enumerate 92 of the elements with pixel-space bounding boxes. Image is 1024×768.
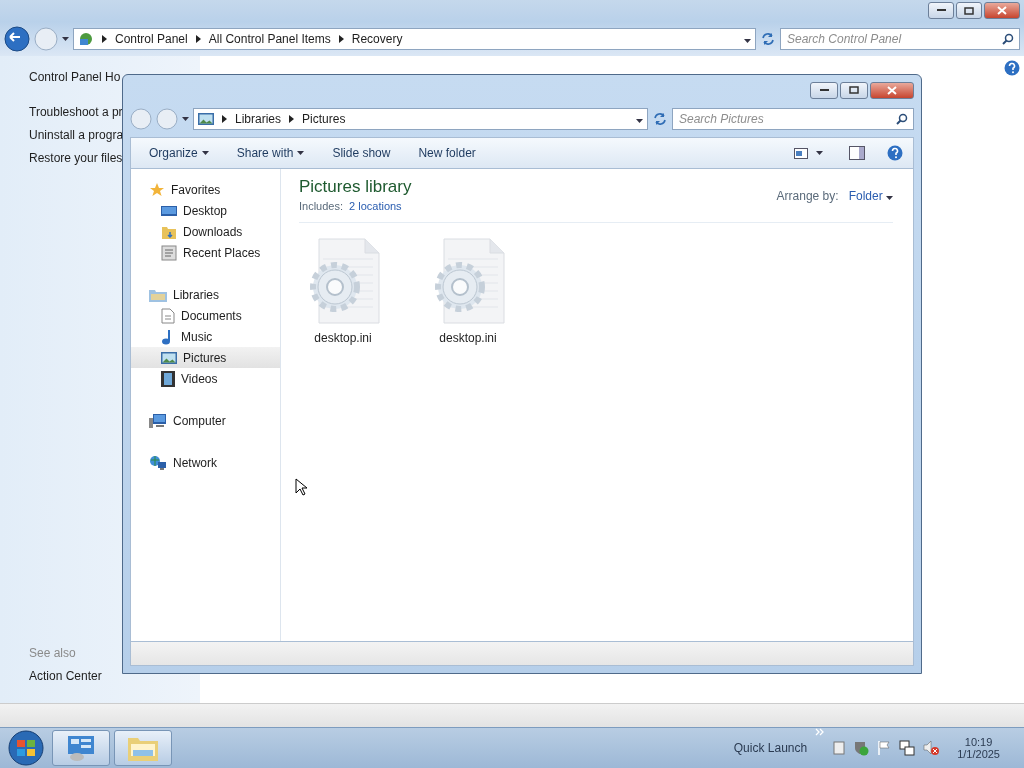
document-icon [161, 307, 175, 324]
caret-icon [182, 117, 189, 121]
search-icon [896, 113, 908, 125]
computer-icon [149, 412, 167, 429]
locations-link[interactable]: 2 locations [349, 200, 402, 212]
control-panel-icon [78, 31, 94, 47]
shield-icon[interactable] [853, 740, 870, 756]
breadcrumb-item[interactable]: Libraries [235, 112, 282, 126]
nav-item[interactable]: Music [131, 326, 280, 347]
toolbar-button[interactable]: New folder [410, 142, 484, 164]
chevron-icon [338, 35, 344, 43]
clock-time[interactable]: 10:19 [964, 736, 993, 748]
toolbar-button[interactable]: Slide show [324, 142, 399, 164]
speaker-muted-icon[interactable] [923, 740, 940, 756]
search-field[interactable]: Search Pictures [672, 108, 914, 130]
search-field[interactable]: Search Control Panel [780, 28, 1020, 50]
help-icon[interactable] [1004, 60, 1020, 76]
pictures-icon [198, 112, 214, 126]
arrange-by-label: Arrange by: [776, 189, 839, 203]
pictures-icon [161, 350, 177, 365]
caret-icon [636, 119, 643, 123]
nav-item[interactable]: Videos [131, 368, 280, 389]
caret-icon [62, 37, 69, 41]
breadcrumb-item[interactable]: Recovery [351, 32, 403, 46]
nav-item[interactable]: Recent Places [131, 242, 280, 263]
minimize-icon [819, 88, 829, 92]
close-icon [887, 85, 897, 95]
film-icon [161, 370, 175, 387]
chevron-icon [222, 115, 227, 123]
network-icon[interactable] [899, 740, 916, 756]
nav-item[interactable]: Downloads [131, 221, 280, 242]
caret-icon [886, 196, 893, 200]
minimize-button[interactable] [810, 81, 838, 99]
breadcrumb-item[interactable]: Pictures [302, 112, 346, 126]
recent-places-icon [161, 244, 177, 261]
library-title: Pictures library [299, 177, 412, 197]
refresh-icon[interactable] [652, 112, 668, 126]
taskbar-button[interactable] [114, 730, 172, 766]
task-link[interactable]: Control Panel Ho [29, 70, 121, 84]
breadcrumb-item[interactable]: All Control Panel Items [208, 32, 331, 46]
nav-item[interactable]: Documents [131, 305, 280, 326]
help-icon[interactable] [887, 145, 903, 161]
refresh-icon[interactable] [760, 32, 776, 46]
maximize-icon [964, 6, 974, 15]
minimize-button[interactable] [928, 2, 954, 19]
clock-date[interactable]: 1/1/2025 [957, 748, 1000, 760]
nav-item[interactable]: Pictures [131, 347, 280, 368]
library-icon [149, 287, 167, 302]
nav-item[interactable]: Favorites [131, 179, 280, 200]
nav-item[interactable]: Computer [131, 410, 280, 431]
task-link[interactable]: Restore your files [29, 151, 123, 165]
arrange-dropdown[interactable]: Folder [848, 189, 893, 203]
toolbar-button[interactable]: Organize [141, 142, 217, 164]
task-link[interactable]: Troubleshoot a pr [29, 105, 123, 119]
task-link[interactable]: Uninstall a progra [29, 128, 124, 142]
chevron-icon [289, 115, 295, 123]
cursor-icon [295, 478, 307, 496]
see-also-link[interactable]: Action Center [29, 669, 102, 683]
star-icon [149, 181, 165, 198]
file-name[interactable]: desktop.ini [439, 331, 497, 345]
see-also-heading: See also [29, 646, 76, 660]
document-icon[interactable] [833, 741, 846, 755]
view-icon[interactable] [794, 147, 808, 159]
back-button[interactable] [4, 26, 30, 52]
maximize-button[interactable] [956, 2, 982, 19]
chevron-icon [102, 35, 107, 43]
preview-pane-icon[interactable] [849, 146, 865, 160]
file-name[interactable]: desktop.ini [314, 331, 372, 345]
toolbar-button[interactable]: Share with [228, 142, 313, 164]
breadcrumb-item[interactable]: Control Panel [115, 32, 188, 46]
nav-item[interactable]: Network [131, 452, 280, 473]
includes-label: Includes: [299, 200, 344, 212]
address-bar[interactable]: Libraries Pictures [193, 108, 648, 130]
close-button[interactable] [870, 81, 914, 99]
close-icon [997, 6, 1007, 15]
desktop-icon [161, 203, 177, 218]
caret-icon [744, 39, 751, 43]
minimize-icon [936, 9, 946, 12]
nav-item[interactable]: Libraries [131, 284, 280, 305]
maximize-button[interactable] [840, 81, 868, 99]
maximize-icon [849, 86, 859, 94]
nav-item[interactable]: Desktop [131, 200, 280, 221]
control-panel-icon [66, 734, 96, 762]
chevron-icon [195, 35, 201, 43]
address-bar[interactable]: Control Panel All Control Panel Items Recovery [73, 28, 756, 50]
close-button[interactable] [984, 2, 1020, 19]
search-icon [1002, 33, 1014, 45]
quick-launch-label: Quick Launch [733, 741, 808, 755]
network-icon [149, 454, 167, 471]
flag-icon[interactable] [877, 740, 892, 756]
caret-icon [816, 151, 823, 155]
taskbar-button[interactable] [52, 730, 110, 766]
